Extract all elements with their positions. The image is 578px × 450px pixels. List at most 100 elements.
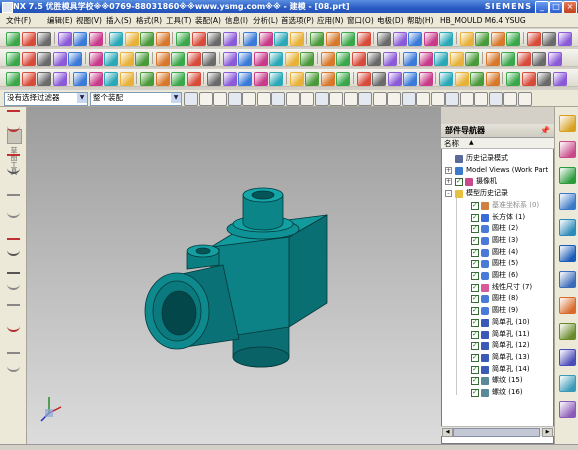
navigator-tree-row[interactable]: 圆柱 (8) xyxy=(441,293,549,305)
toolbar-command-icon[interactable] xyxy=(434,52,448,66)
visibility-checkbox[interactable] xyxy=(471,247,479,258)
sketch-curve-tool-icon[interactable] xyxy=(7,278,20,290)
toolbar-command-icon[interactable] xyxy=(439,72,453,86)
scroll-right-icon[interactable]: ▶ xyxy=(542,428,553,437)
visibility-checkbox[interactable] xyxy=(471,317,479,328)
roles-icon[interactable] xyxy=(559,349,576,366)
toolbar-command-icon[interactable] xyxy=(222,72,237,86)
toolbar-command-icon[interactable] xyxy=(37,72,51,86)
history-icon[interactable] xyxy=(559,271,576,288)
navigator-horizontal-scrollbar[interactable]: ◀ ▶ xyxy=(441,426,554,437)
toolbar-command-icon[interactable] xyxy=(222,52,237,66)
toolbar-command-icon[interactable] xyxy=(454,72,469,86)
navigator-tree-row[interactable]: 螺纹 (16) xyxy=(441,387,549,399)
toolbar-command-icon[interactable] xyxy=(73,72,87,86)
toolbar-command-icon[interactable] xyxy=(459,32,474,46)
sketch-curve-tool-icon[interactable] xyxy=(7,162,20,174)
toolbar-command-icon[interactable] xyxy=(258,32,273,46)
snap-point-icon[interactable] xyxy=(256,92,271,106)
menu-view[interactable]: 视图(V) xyxy=(76,13,102,28)
toolbar-command-icon[interactable] xyxy=(73,32,87,46)
expand-icon[interactable]: + xyxy=(445,178,452,186)
toolbar-command-icon[interactable] xyxy=(176,32,190,46)
toolbar-command-icon[interactable] xyxy=(21,72,36,86)
toolbar-command-icon[interactable] xyxy=(6,32,20,46)
navigator-tree-row[interactable]: 简单孔 (14) xyxy=(441,364,549,375)
assembly-navigator-icon[interactable] xyxy=(559,115,576,132)
toolbar-command-icon[interactable] xyxy=(356,72,371,86)
menu-tools[interactable]: 工具(T) xyxy=(166,13,191,28)
menu-assembly[interactable]: 装配(A) xyxy=(195,13,221,28)
toolbar-command-icon[interactable] xyxy=(341,32,355,46)
pin-icon[interactable]: 📌 xyxy=(540,126,550,135)
visibility-checkbox[interactable] xyxy=(471,340,479,352)
snap-point-icon[interactable] xyxy=(372,92,387,106)
snap-point-icon[interactable] xyxy=(445,92,459,106)
toolbar-command-icon[interactable] xyxy=(403,52,417,66)
sketch-curve-tool-icon[interactable] xyxy=(7,144,20,156)
sketch-curve-tool-icon[interactable] xyxy=(7,360,20,372)
toolbar-command-icon[interactable] xyxy=(171,72,185,86)
menu-edit[interactable]: 编辑(E) xyxy=(47,13,73,28)
toolbar-command-icon[interactable] xyxy=(490,32,505,46)
navigator-tree-row[interactable]: 简单孔 (13) xyxy=(441,352,549,363)
visibility-checkbox[interactable] xyxy=(471,200,479,211)
sketch-curve-tool-icon[interactable] xyxy=(7,342,20,354)
toolbar-command-icon[interactable] xyxy=(320,52,335,66)
visibility-checkbox[interactable] xyxy=(471,329,479,340)
toolbar-command-icon[interactable] xyxy=(418,52,433,66)
toolbar-command-icon[interactable] xyxy=(310,32,324,46)
toolbar-command-icon[interactable] xyxy=(207,72,221,86)
constraint-navigator-icon[interactable] xyxy=(559,141,576,158)
toolbar-command-icon[interactable] xyxy=(284,52,299,66)
navigator-tree-row[interactable]: + 摄像机 xyxy=(441,176,549,188)
toolbar-command-icon[interactable] xyxy=(88,32,103,46)
snap-point-icon[interactable] xyxy=(271,92,285,106)
palette-icon[interactable] xyxy=(559,401,576,418)
toolbar-command-icon[interactable] xyxy=(21,52,36,66)
menu-hb-mould[interactable]: HB_MOULD M6.4 xyxy=(440,13,503,28)
navigator-tree-row[interactable]: 圆柱 (2) xyxy=(441,223,549,235)
manufacturing-wizard-icon[interactable] xyxy=(559,323,576,340)
toolbar-command-icon[interactable] xyxy=(202,52,216,66)
sketch-curve-tool-icon[interactable] xyxy=(7,206,20,218)
navigator-tree-row[interactable]: 圆柱 (9) xyxy=(441,305,549,317)
navigator-tree-row[interactable]: 长方体 (1) xyxy=(441,212,549,223)
snap-point-icon[interactable] xyxy=(300,92,314,106)
toolbar-command-icon[interactable] xyxy=(423,32,438,46)
toolbar-command-icon[interactable] xyxy=(186,72,201,86)
toolbar-command-icon[interactable] xyxy=(377,32,391,46)
toolbar-command-icon[interactable] xyxy=(68,52,82,66)
snap-point-icon[interactable] xyxy=(213,92,227,106)
toolbar-command-icon[interactable] xyxy=(274,32,288,46)
menu-ysug[interactable]: YSUG xyxy=(505,13,526,28)
scroll-left-icon[interactable]: ◀ xyxy=(442,428,453,437)
toolbar-command-icon[interactable] xyxy=(104,72,118,86)
visibility-checkbox[interactable] xyxy=(471,364,479,375)
snap-point-icon[interactable] xyxy=(474,92,488,106)
toolbar-command-icon[interactable] xyxy=(37,52,51,66)
toolbar-command-icon[interactable] xyxy=(269,72,283,86)
toolbar-command-icon[interactable] xyxy=(37,32,51,46)
menu-window[interactable]: 窗口(O) xyxy=(347,13,374,28)
sketch-curve-tool-icon[interactable] xyxy=(7,120,20,132)
toolbar-command-icon[interactable] xyxy=(392,32,407,46)
toolbar-command-icon[interactable] xyxy=(336,72,350,86)
toolbar-command-icon[interactable] xyxy=(119,72,134,86)
scroll-thumb[interactable] xyxy=(453,428,540,437)
toolbar-command-icon[interactable] xyxy=(403,72,417,86)
hd3d-tools-icon[interactable] xyxy=(559,219,576,236)
toolbar-command-icon[interactable] xyxy=(475,32,489,46)
sketch-curve-tool-icon[interactable] xyxy=(7,320,20,332)
toolbar-command-icon[interactable] xyxy=(289,32,304,46)
navigator-tree-row[interactable]: 简单孔 (10) xyxy=(441,317,549,328)
toolbar-command-icon[interactable] xyxy=(222,32,237,46)
menu-format[interactable]: 格式(R) xyxy=(136,13,162,28)
reuse-library-icon[interactable] xyxy=(559,193,576,210)
toolbar-command-icon[interactable] xyxy=(501,52,515,66)
graphics-viewport[interactable] xyxy=(27,107,441,444)
menu-analysis[interactable]: 分析(L) xyxy=(253,13,278,28)
navigator-tree-row[interactable]: 圆柱 (4) xyxy=(441,247,549,258)
process-studio-icon[interactable] xyxy=(559,297,576,314)
visibility-checkbox[interactable] xyxy=(471,352,479,363)
